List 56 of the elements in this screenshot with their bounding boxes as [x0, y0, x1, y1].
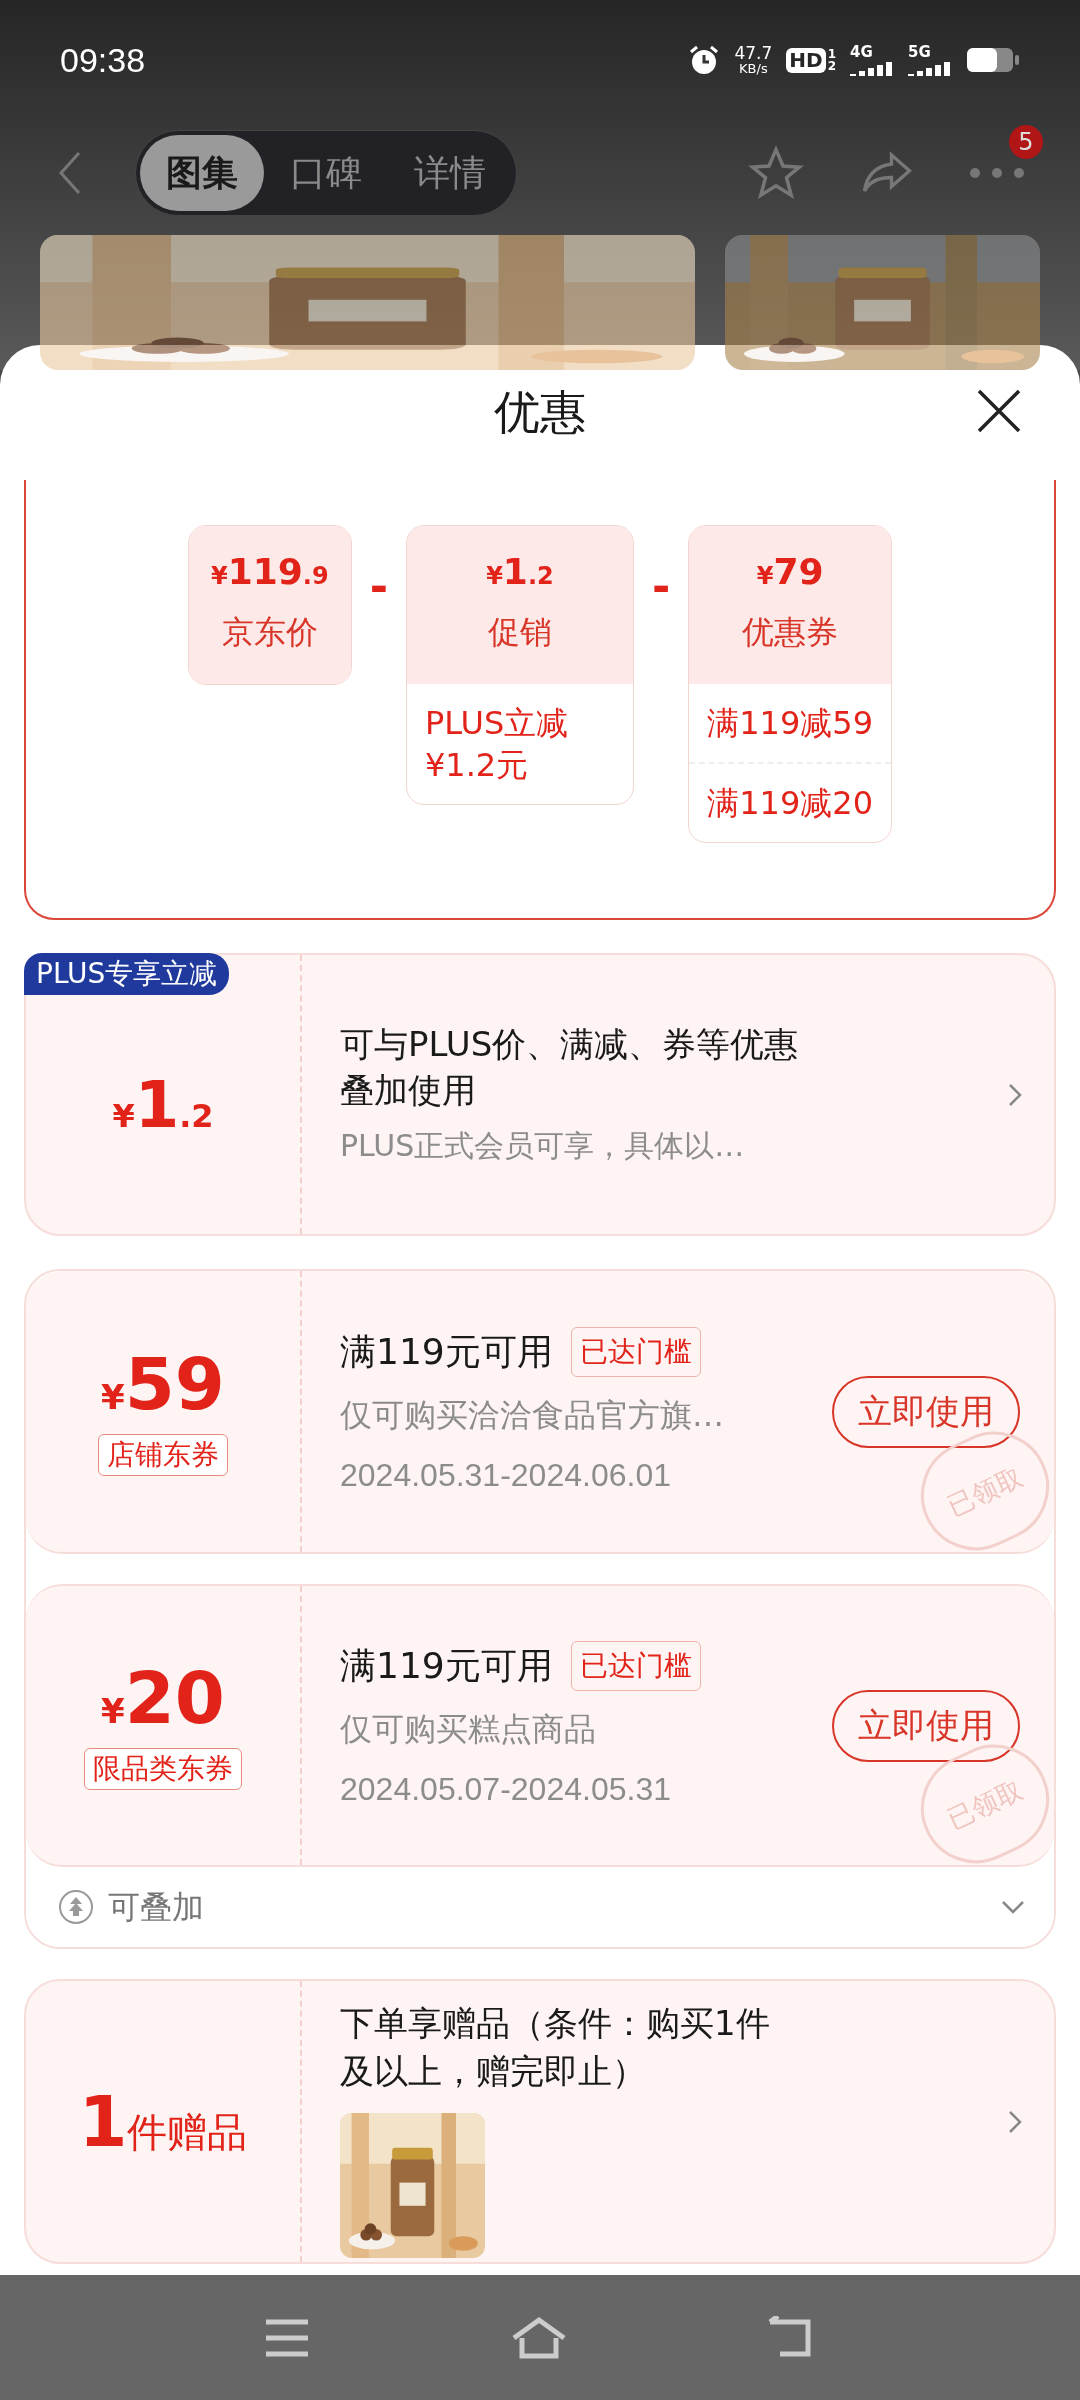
threshold-tag: 已达门槛: [570, 1326, 701, 1377]
sim-number: 1: [827, 48, 836, 60]
gift-title: 下单享赠品（条件：购买1件及以上，赠完即止）: [340, 2002, 771, 2093]
coupon-dates: 2024.05.31-2024.06.01: [340, 1455, 672, 1495]
threshold-tag: 已达门槛: [570, 1640, 701, 1691]
price-label: 促销: [487, 612, 552, 653]
signal-icon: [850, 59, 894, 76]
network-type: 5G: [908, 44, 932, 60]
tab[interactable]: 图集: [140, 134, 264, 211]
coupon-condition: 满119元可用: [340, 1329, 553, 1374]
sim-number: 2: [827, 60, 836, 72]
more-icon[interactable]: [969, 166, 1025, 179]
coupon-card[interactable]: PLUS专享立减 ¥1.2 可与PLUS价、满减、券等优惠叠加使用 PLUS正式会员可享，具体以…: [24, 953, 1056, 1236]
minus-sign: -: [369, 565, 388, 609]
gift-card[interactable]: 1件赠品 下单享赠品（条件：购买1件及以上，赠完即止）: [24, 1979, 1056, 2264]
plus-badge: PLUS专享立减: [24, 953, 230, 995]
offer-subtitle: PLUS正式会员可享，具体以…: [340, 1127, 746, 1165]
stackable-label: 可叠加: [108, 1887, 204, 1928]
status-time: 09:38: [60, 39, 146, 81]
sheet-title: 优惠: [494, 384, 586, 441]
price-amount: ¥1.2: [486, 554, 554, 590]
tab[interactable]: 口碑: [264, 134, 388, 211]
price-amount: ¥1.2: [112, 1072, 214, 1137]
battery-icon: [966, 47, 1020, 73]
speed-unit: KB/s: [739, 62, 768, 75]
use-now-button[interactable]: 立即使用: [832, 1375, 1020, 1448]
price-amount: ¥79: [756, 554, 824, 590]
price-label: 优惠券: [742, 612, 839, 653]
signal-icon: [908, 59, 952, 76]
coupon-condition: 满119元可用: [340, 1643, 553, 1688]
discount-detail: 满119减59: [707, 703, 873, 744]
coupon-type-tag: 限品类东券: [84, 1747, 242, 1790]
menu-icon[interactable]: [264, 2317, 310, 2358]
coupon-amount: ¥59: [101, 1347, 225, 1420]
star-icon[interactable]: [747, 144, 805, 201]
notification-badge: 5: [1009, 124, 1043, 159]
coupon-scope: 仅可购买洽洽食品官方旗…: [340, 1394, 725, 1436]
coupon-amount: ¥20: [101, 1661, 225, 1734]
discount-detail: 满119减20: [707, 783, 873, 824]
home-icon[interactable]: [510, 2315, 568, 2360]
price-label: 京东价: [221, 612, 318, 653]
network-type: 4G: [850, 44, 874, 60]
minus-sign: -: [651, 565, 671, 609]
coupon-scope: 仅可购买糕点商品: [340, 1708, 597, 1750]
alarm-icon: [688, 44, 721, 76]
coupon-type-tag: 店铺东券: [98, 1433, 228, 1476]
price-amount: ¥119.9: [211, 554, 329, 590]
offer-title: 可与PLUS价、满减、券等优惠叠加使用: [340, 1023, 800, 1112]
hd-label: HD: [786, 47, 826, 73]
use-now-button[interactable]: 立即使用: [832, 1689, 1020, 1762]
tab[interactable]: 详情: [388, 134, 512, 211]
stack-icon: [58, 1889, 94, 1925]
discount-detail: PLUS立减 ¥1.2元: [424, 703, 570, 786]
network-speed: 47.7: [734, 45, 773, 62]
coupon-dates: 2024.05.07-2024.05.31: [340, 1769, 672, 1809]
gift-count: 1件赠品: [78, 2086, 248, 2157]
